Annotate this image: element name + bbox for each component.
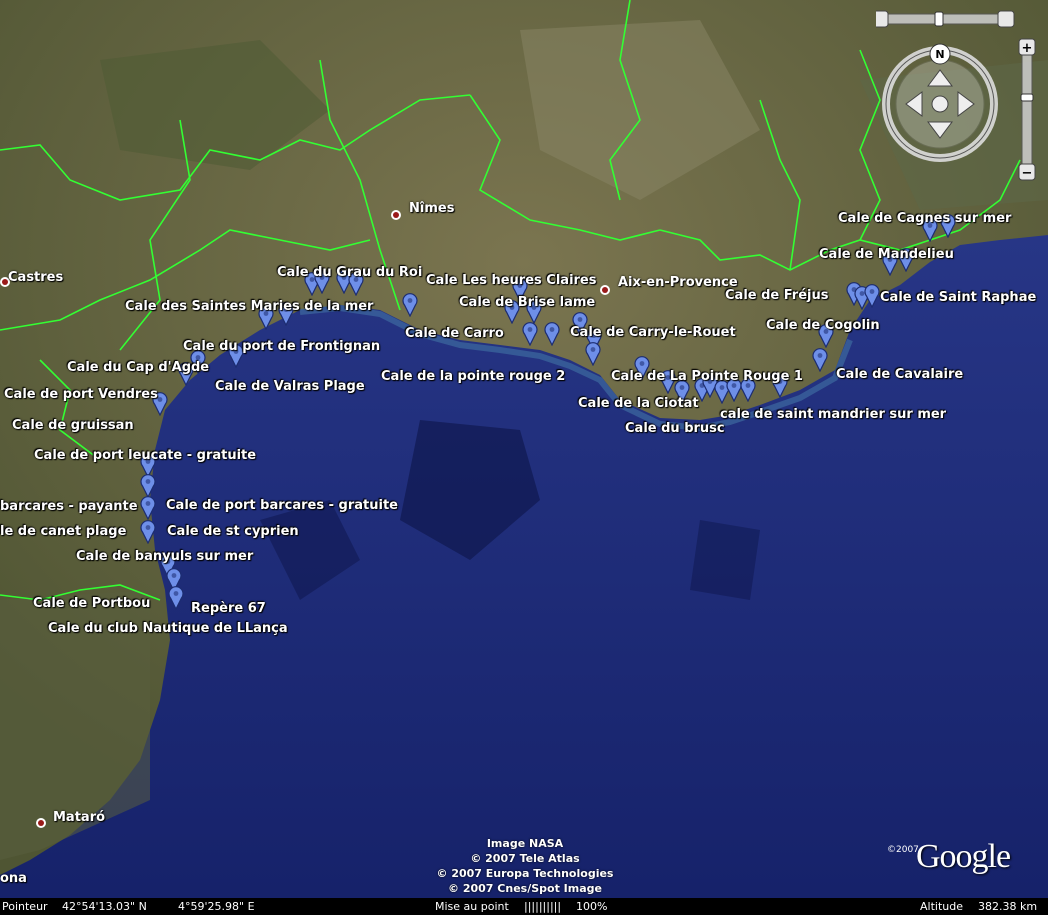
- pointer-latitude: 42°54'13.03" N: [62, 900, 147, 913]
- zoom-handle[interactable]: [1020, 93, 1034, 102]
- placemark-label[interactable]: Cale de La Pointe Rouge 1: [611, 369, 803, 384]
- look-top-icon[interactable]: [876, 10, 889, 28]
- placemark-pin-icon[interactable]: [864, 284, 880, 312]
- placemark-pin-icon[interactable]: [585, 342, 601, 370]
- credit-line: © 2007 Europa Technologies: [436, 867, 614, 880]
- pointer-longitude: 4°59'25.98" E: [178, 900, 255, 913]
- city-label-barcelona[interactable]: ona: [0, 871, 27, 886]
- placemark-label[interactable]: Cale de Valras Plage: [215, 379, 365, 394]
- navigation-controls[interactable]: N + −: [876, 6, 1036, 186]
- tilt-handle[interactable]: [934, 11, 944, 27]
- google-logo: Google: [916, 838, 1011, 875]
- north-label: N: [935, 48, 944, 61]
- placemark-label[interactable]: Repère 67: [191, 601, 266, 616]
- placemark-label[interactable]: le de canet plage: [0, 524, 126, 539]
- placemark-label[interactable]: Cale de Carro: [405, 326, 504, 341]
- city-marker-icon: [36, 818, 46, 828]
- placemark-label[interactable]: Cale de port Vendres: [4, 387, 158, 402]
- placemark-label[interactable]: cale de saint mandrier sur mer: [720, 407, 946, 422]
- map-view[interactable]: Nîmes Castres Aix-en-Provence Mataró ona…: [0, 0, 1048, 915]
- placemark-label[interactable]: Cale des Saintes Maries de la mer: [125, 299, 373, 314]
- placemark-label[interactable]: Cale de banyuls sur mer: [76, 549, 253, 564]
- streaming-progress-bar: ||||||||||: [524, 900, 562, 913]
- placemark-label[interactable]: Cale du Cap d'Agde: [67, 360, 209, 375]
- placemark-label[interactable]: Cale de Saint Raphae: [880, 290, 1036, 305]
- streaming-label: Mise au point: [435, 900, 509, 913]
- imagery-credits: Image NASA © 2007 Tele Atlas © 2007 Euro…: [420, 836, 630, 896]
- placemark-label[interactable]: Cale de la pointe rouge 2: [381, 369, 565, 384]
- placemark-pin-icon[interactable]: [812, 348, 828, 376]
- placemark-label[interactable]: Cale de gruissan: [12, 418, 134, 433]
- placemark-label[interactable]: Cale du club Nautique de LLança: [48, 621, 288, 636]
- placemark-pin-icon[interactable]: [168, 586, 184, 614]
- placemark-label[interactable]: Cale de Cavalaire: [836, 367, 963, 382]
- altitude-value: 382.38 km: [978, 900, 1038, 913]
- placemark-label[interactable]: Cale Les heures Claires: [426, 273, 597, 288]
- placemark-pin-icon[interactable]: [522, 322, 538, 350]
- credit-line: © 2007 Cnes/Spot Image: [448, 882, 602, 895]
- status-bar: Pointeur 42°54'13.03" N 4°59'25.98" E Mi…: [0, 898, 1048, 915]
- placemark-label[interactable]: Cale de Carry-le-Rouet: [570, 325, 736, 340]
- placemark-label[interactable]: Cale de port barcares - gratuite: [166, 498, 398, 513]
- placemark-label[interactable]: Cale de Cogolin: [766, 318, 880, 333]
- pointer-label: Pointeur: [2, 900, 48, 913]
- zoom-out-icon: −: [1022, 166, 1033, 181]
- placemark-label[interactable]: Cale du Grau du Roi: [277, 265, 422, 280]
- center-icon[interactable]: [931, 95, 949, 113]
- placemark-label[interactable]: Cale de Cagnes sur mer: [838, 211, 1011, 226]
- credit-line: © 2007 Tele Atlas: [470, 852, 580, 865]
- placemark-label[interactable]: Cale de Mandelieu: [819, 247, 954, 262]
- placemark-label[interactable]: Cale du brusc: [625, 421, 725, 436]
- city-label-mataro[interactable]: Mataró: [53, 810, 105, 825]
- city-label-castres[interactable]: Castres: [8, 270, 63, 285]
- zoom-slider[interactable]: + −: [1018, 38, 1036, 181]
- streaming-percent: 100%: [576, 900, 608, 913]
- placemark-label[interactable]: Cale de st cyprien: [167, 524, 299, 539]
- placemark-label[interactable]: Cale de Portbou: [33, 596, 150, 611]
- placemark-label[interactable]: Cale de port leucate - gratuite: [34, 448, 256, 463]
- city-marker-icon: [600, 285, 610, 295]
- credit-line: Image NASA: [486, 837, 564, 850]
- placemark-pin-icon[interactable]: [140, 520, 156, 548]
- tilt-slider[interactable]: [876, 10, 1015, 28]
- city-marker-icon: [391, 210, 401, 220]
- placemark-pin-icon[interactable]: [544, 322, 560, 350]
- placemark-pin-icon[interactable]: [402, 293, 418, 321]
- logo-copyright: ©2007: [887, 845, 919, 855]
- zoom-in-icon: +: [1022, 41, 1033, 56]
- placemark-label[interactable]: barcares - payante: [0, 499, 138, 514]
- placemark-label[interactable]: Cale du port de Frontignan: [183, 339, 380, 354]
- altitude-label: Altitude: [920, 900, 963, 913]
- city-label-aix[interactable]: Aix-en-Provence: [618, 275, 738, 290]
- placemark-label[interactable]: Cale de Brise lame: [459, 295, 595, 310]
- placemark-label[interactable]: Cale de Fréjus: [725, 288, 829, 303]
- city-label-nimes[interactable]: Nîmes: [409, 201, 454, 216]
- placemark-label[interactable]: Cale de la Ciotat: [578, 396, 699, 411]
- compass-ring[interactable]: N: [882, 43, 998, 162]
- look-horizon-icon[interactable]: [997, 10, 1015, 28]
